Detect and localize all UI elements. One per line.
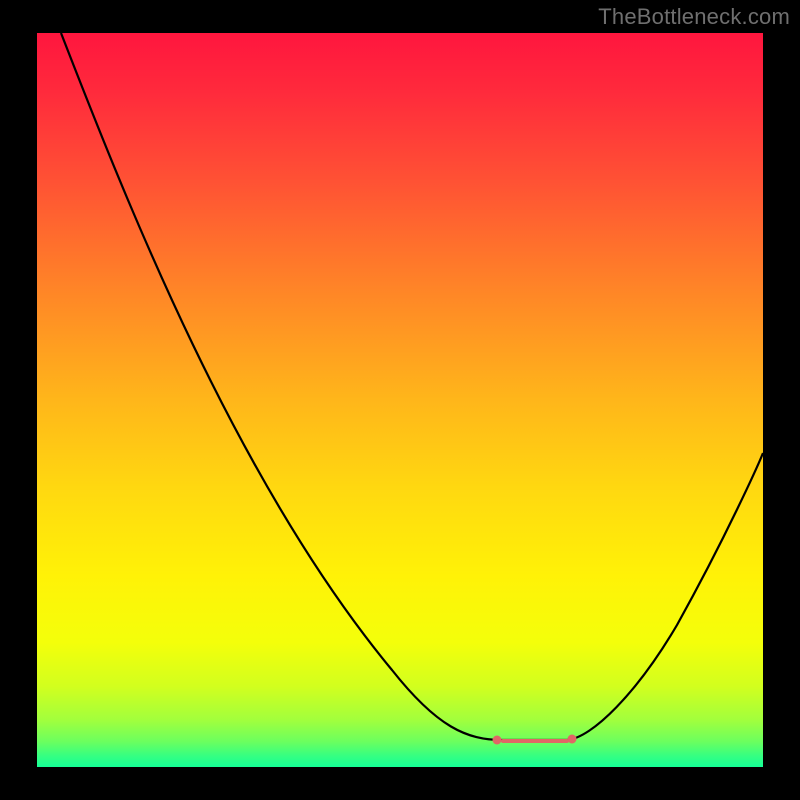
- plot-area: [37, 33, 763, 767]
- chart-svg: [37, 33, 763, 767]
- watermark-text: TheBottleneck.com: [598, 4, 790, 30]
- range-marker-dot: [493, 736, 502, 745]
- range-marker-dot: [568, 735, 577, 744]
- chart-frame: TheBottleneck.com: [0, 0, 800, 800]
- gradient-rect: [37, 33, 763, 767]
